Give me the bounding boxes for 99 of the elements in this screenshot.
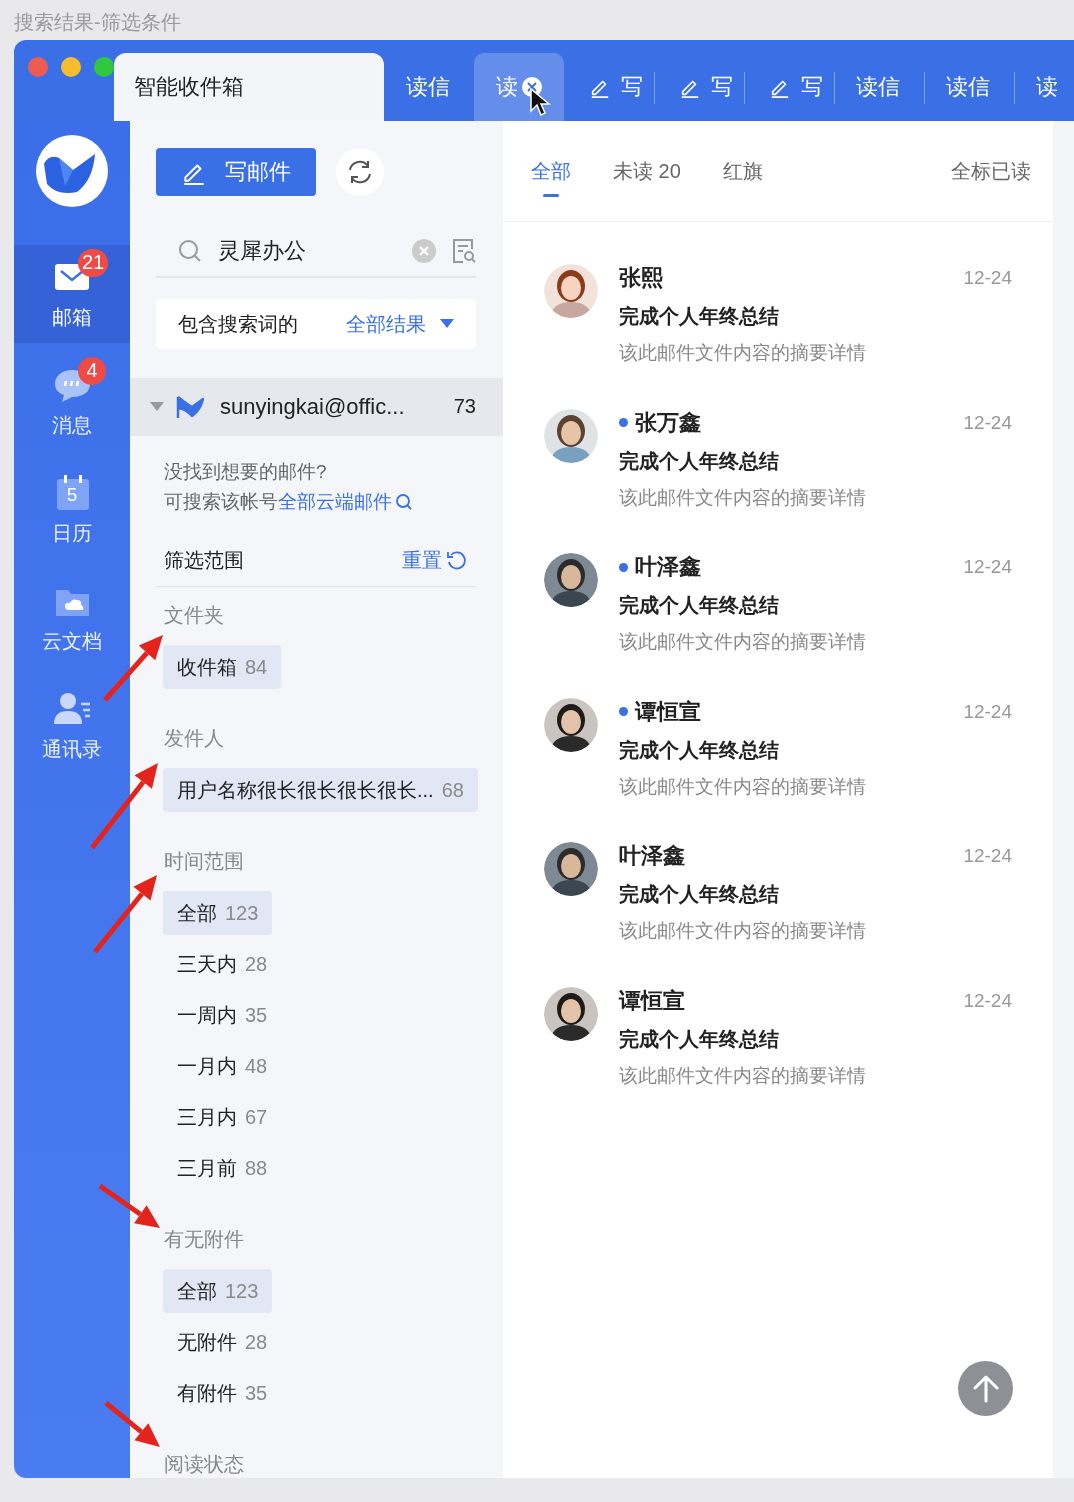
count-badge: 4 — [78, 356, 106, 385]
zoom-button[interactable] — [94, 57, 114, 77]
scope-dropdown[interactable]: 全部结果 — [346, 310, 454, 338]
nav-item[interactable]: 21 邮箱 — [14, 245, 130, 343]
filter-option[interactable]: 无附件 28 — [163, 1320, 282, 1364]
filter-option[interactable]: 全部 123 — [163, 1269, 273, 1313]
section-label: 阅读状态 — [163, 1452, 245, 1477]
caret-icon — [440, 319, 454, 330]
filter-option[interactable]: 有附件 35 — [163, 1371, 282, 1415]
sender-name: 张熙 — [619, 264, 663, 292]
filter-option[interactable]: 三月内 67 — [163, 1095, 282, 1139]
nav-item[interactable]: 5 日历 — [14, 461, 130, 559]
sender-name: 叶泽鑫 — [635, 553, 701, 581]
filter-option[interactable]: 用户名称很长很长很长很长... 68 — [163, 768, 478, 812]
window-tab[interactable]: 写 — [654, 53, 744, 121]
filter-option[interactable]: 一周内 35 — [163, 993, 282, 1037]
search-field[interactable]: 灵犀办公 — [156, 225, 476, 279]
mark-all-read-button[interactable]: 全标已读 — [951, 157, 1031, 197]
document-search-icon[interactable] — [452, 237, 476, 264]
window-tab[interactable]: 读 — [1014, 53, 1074, 121]
reset-icon — [446, 550, 466, 570]
scope-label: 包含搜索词的 — [178, 311, 298, 337]
account-name: sunyingkai@offic... — [220, 393, 406, 420]
sender-name: 张万鑫 — [635, 408, 701, 437]
sender-name: 谭恒宣 — [635, 697, 701, 726]
search-icon — [395, 493, 413, 511]
section-label: 有无附件 — [163, 1227, 245, 1252]
section-label: 发件人 — [163, 726, 225, 751]
hint-text: 没找到想要的邮件? 可搜索该帐号全部云端邮件 — [164, 457, 476, 517]
section-label: 时间范围 — [163, 849, 245, 874]
window-tab[interactable]: 写 — [744, 53, 834, 121]
mail-date: 12-24 — [963, 267, 1012, 289]
mail-date: 12-24 — [963, 845, 1012, 867]
back-to-top-button[interactable] — [958, 1361, 1013, 1416]
compose-button[interactable]: 写邮件 — [156, 148, 316, 196]
section-label: 文件夹 — [163, 603, 225, 628]
annotation-arrow — [103, 635, 163, 702]
close-button[interactable] — [28, 57, 48, 77]
window-tab[interactable]: 读信 — [834, 53, 924, 121]
mail-item[interactable]: 叶泽鑫 12-24 完成个人年终总结 该此邮件文件内容的摘要详情 — [503, 841, 1053, 986]
mail-item[interactable]: 叶泽鑫 12-24 完成个人年终总结 该此邮件文件内容的摘要详情 — [503, 552, 1053, 697]
window-tab[interactable]: 读信 — [924, 53, 1014, 121]
filter-option[interactable]: 收件箱 84 — [163, 645, 282, 689]
minimize-button[interactable] — [61, 57, 81, 77]
mail-subject: 完成个人年终总结 — [619, 882, 780, 907]
filter-option[interactable]: 一月内 48 — [163, 1044, 282, 1088]
filter-tab[interactable]: 未读 20 — [613, 157, 681, 197]
mail-subject: 完成个人年终总结 — [619, 448, 780, 474]
mail-summary: 该此邮件文件内容的摘要详情 — [619, 919, 867, 943]
window-tab[interactable]: 读 — [474, 53, 564, 121]
filter-title: 筛选范围 — [164, 548, 244, 573]
cloud-mail-link[interactable]: 全部云端邮件 — [278, 487, 413, 517]
calendar-date: 5 — [65, 483, 79, 506]
mail-summary: 该此邮件文件内容的摘要详情 — [619, 485, 867, 510]
account-count: 73 — [453, 395, 476, 419]
nav-item[interactable]: 通讯录 — [14, 677, 130, 775]
mail-item[interactable]: 张熙 12-24 完成个人年终总结 该此邮件文件内容的摘要详情 — [503, 263, 1053, 408]
cursor-icon — [529, 87, 553, 117]
window-tab[interactable]: 智能收件箱 — [114, 53, 384, 121]
search-icon — [178, 238, 202, 263]
caret-icon — [150, 401, 164, 412]
mail-item[interactable]: 张万鑫 12-24 完成个人年终总结 该此邮件文件内容的摘要详情 — [503, 407, 1053, 552]
refresh-button[interactable] — [336, 148, 384, 196]
logo-icon — [35, 134, 109, 208]
mail-date: 12-24 — [963, 556, 1012, 578]
mail-item[interactable]: 谭恒宣 12-24 完成个人年终总结 该此邮件文件内容的摘要详情 — [503, 985, 1053, 1130]
mail-subject: 完成个人年终总结 — [619, 593, 780, 618]
up-arrow-icon — [972, 1374, 999, 1403]
filter-option[interactable]: 三天内 28 — [163, 942, 282, 986]
mail-date: 12-24 — [963, 989, 1012, 1012]
sender-name: 谭恒宣 — [619, 986, 685, 1015]
mail-date: 12-24 — [963, 411, 1012, 434]
window-tab[interactable]: 读信 — [384, 53, 474, 121]
window-tab[interactable]: 写 — [564, 53, 654, 121]
mail-date: 12-24 — [963, 700, 1012, 723]
count-badge: 21 — [78, 248, 109, 277]
mail-subject: 完成个人年终总结 — [619, 737, 780, 763]
mail-summary: 该此邮件文件内容的摘要详情 — [619, 1063, 867, 1088]
filter-tab[interactable]: 全部 — [531, 157, 571, 197]
annotation-arrow — [98, 1183, 160, 1228]
refresh-icon — [346, 158, 374, 186]
mail-item[interactable]: 谭恒宣 12-24 完成个人年终总结 该此邮件文件内容的摘要详情 — [503, 696, 1053, 841]
account-row[interactable]: sunyingkai@offic... 73 — [130, 377, 503, 436]
clear-icon[interactable] — [412, 238, 436, 263]
mail-summary: 该此邮件文件内容的摘要详情 — [619, 630, 867, 654]
annotation-arrow — [104, 1401, 160, 1447]
mail-summary: 该此邮件文件内容的摘要详情 — [619, 341, 867, 365]
flag-icon — [176, 394, 204, 419]
mail-subject: 完成个人年终总结 — [619, 304, 780, 329]
mail-summary: 该此邮件文件内容的摘要详情 — [619, 774, 867, 799]
reset-button[interactable]: 重置 — [402, 546, 466, 574]
sender-name: 叶泽鑫 — [619, 842, 685, 870]
filter-tab[interactable]: 红旗 — [722, 157, 763, 197]
nav-item[interactable]: 云文档 — [14, 569, 130, 667]
page-caption: 搜索结果-筛选条件 — [13, 10, 182, 35]
filter-option[interactable]: 全部 123 — [163, 891, 273, 935]
nav-item[interactable]: 4 消息 — [14, 353, 130, 451]
filter-option[interactable]: 三月前 88 — [163, 1146, 282, 1190]
mail-subject: 完成个人年终总结 — [619, 1026, 780, 1052]
